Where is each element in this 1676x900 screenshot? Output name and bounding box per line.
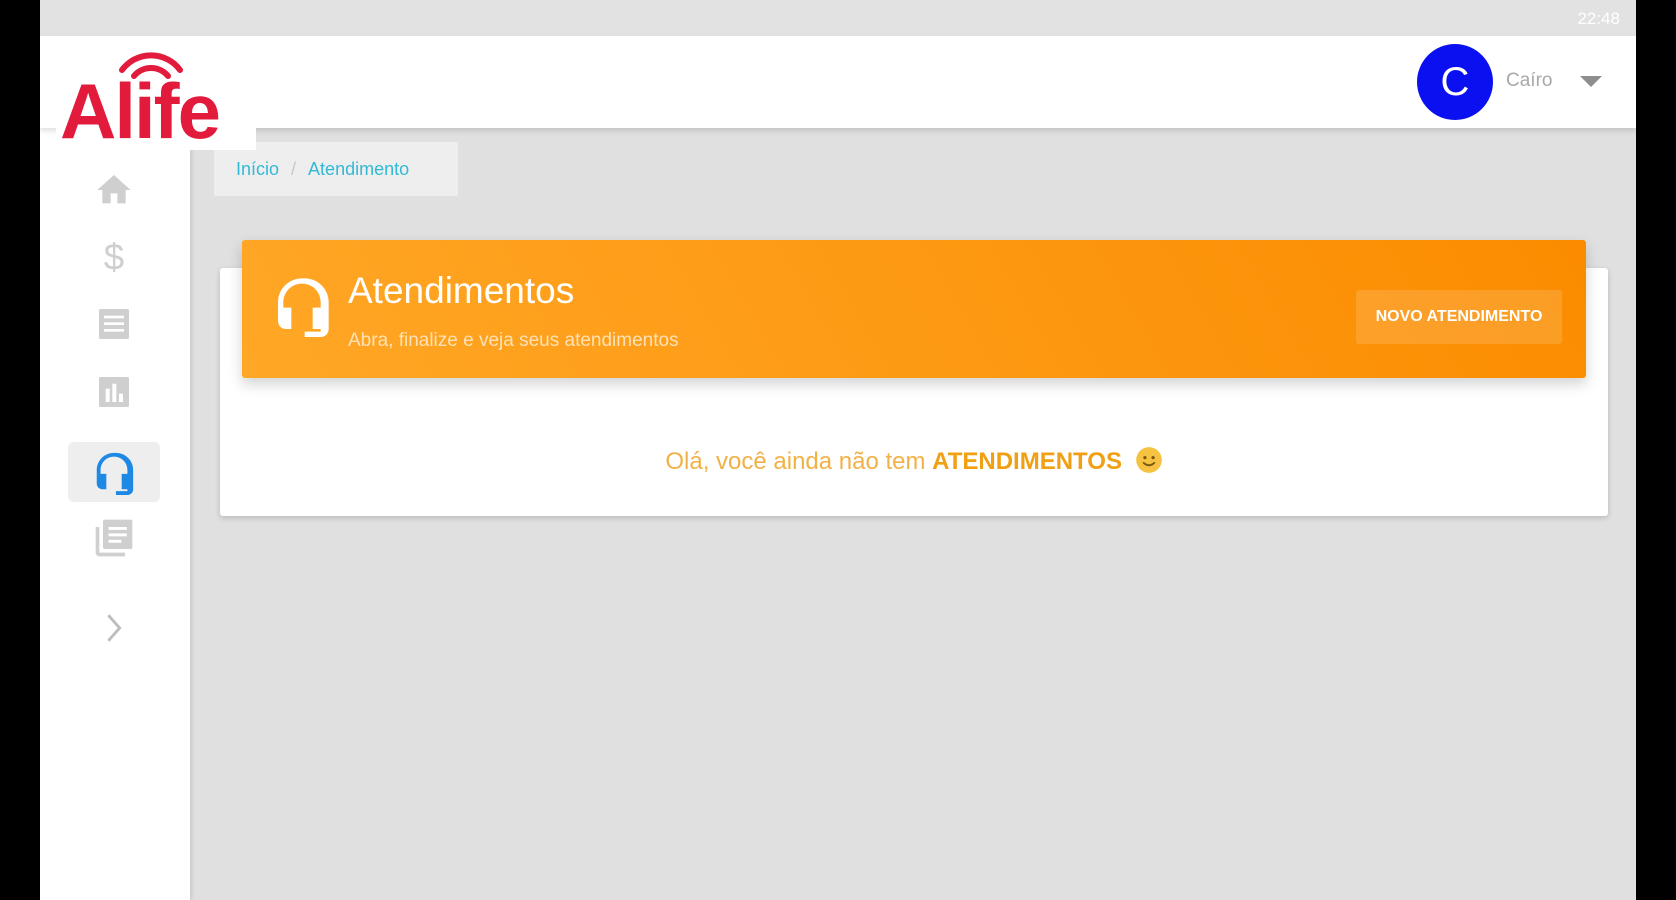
caret-down-icon[interactable] (1580, 76, 1602, 88)
sidebar-item-finance[interactable]: $ (68, 226, 160, 286)
page-subtitle: Abra, finalize e veja seus atendimentos (348, 330, 679, 351)
dollar-icon: $ (104, 236, 124, 277)
user-avatar[interactable]: C (1417, 44, 1493, 120)
bar-chart-icon (99, 377, 129, 407)
status-time: 22:48 (1577, 9, 1620, 28)
top-app-bar (40, 36, 1636, 128)
page-title: Atendimentos (348, 270, 575, 311)
new-ticket-button[interactable]: NOVO ATENDIMENTO (1356, 290, 1562, 344)
sidebar-item-support[interactable] (68, 442, 160, 502)
chevron-right-icon (107, 614, 122, 642)
logo-text: Alife (60, 67, 221, 155)
smiley-icon (1135, 447, 1162, 473)
user-name[interactable]: Caíro (1506, 70, 1552, 92)
list-icon (99, 309, 129, 339)
sidebar-item-library[interactable] (68, 508, 160, 568)
headset-icon (96, 452, 134, 495)
sidebar: $ (40, 128, 190, 900)
breadcrumb: Início / Atendimento (214, 142, 458, 196)
brand-logo[interactable]: Alife (56, 40, 256, 150)
breadcrumb-separator: / (291, 158, 297, 179)
app-window: 22:48 Alife C Caíro $ Início / Atendimen… (40, 0, 1636, 900)
status-bar: 22:48 (40, 0, 1636, 36)
sidebar-item-home[interactable] (68, 160, 160, 220)
page-header-banner: Atendimentos Abra, finalize e veja seus … (242, 240, 1586, 378)
empty-state-highlight: ATENDIMENTOS (932, 448, 1122, 475)
svg-text:$: $ (104, 236, 124, 277)
breadcrumb-current[interactable]: Atendimento (308, 159, 409, 180)
library-books-icon (95, 519, 133, 557)
headset-icon (278, 278, 329, 337)
empty-state-message: Olá, você ainda não tem ATENDIMENTOS (220, 446, 1608, 476)
sidebar-expand[interactable] (68, 598, 160, 658)
home-icon (97, 175, 131, 204)
breadcrumb-home-link[interactable]: Início (236, 159, 279, 180)
empty-state-text: Olá, você ainda não tem (665, 448, 926, 475)
sidebar-item-reports[interactable] (68, 362, 160, 422)
sidebar-item-list[interactable] (68, 294, 160, 354)
